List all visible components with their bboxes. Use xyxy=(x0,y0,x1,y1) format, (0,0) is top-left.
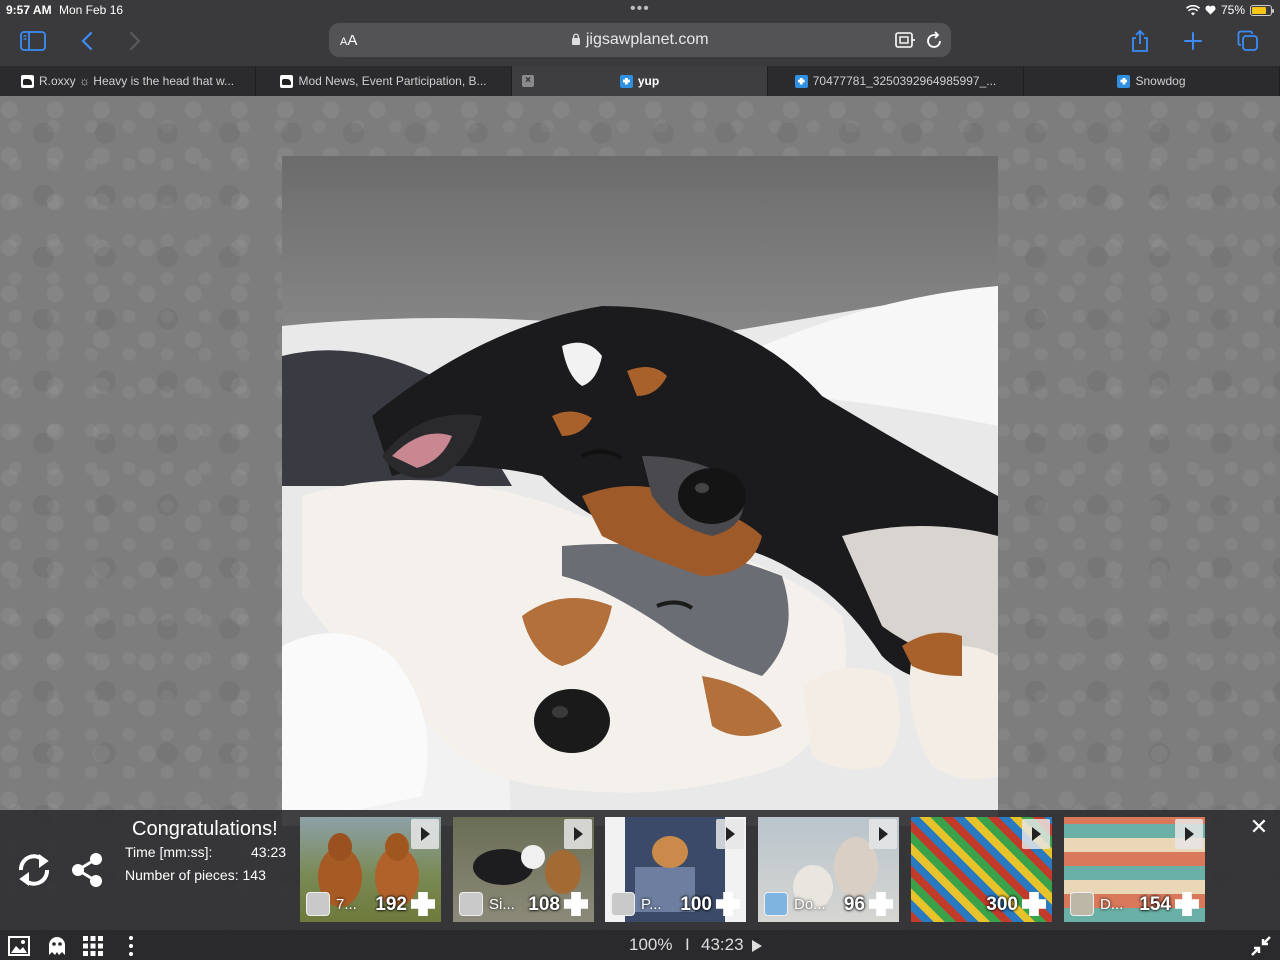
zoom-level[interactable]: 100% xyxy=(629,935,672,955)
puzzle-title: P... xyxy=(641,896,662,913)
sidebar-icon[interactable] xyxy=(18,28,48,54)
puzzle-title: D... xyxy=(1100,896,1124,913)
lock-icon xyxy=(572,33,581,45)
avatar xyxy=(306,892,330,916)
time-value: 43:23 xyxy=(251,844,287,860)
piece-count: 154 xyxy=(1139,894,1171,915)
multitasking-dots-icon[interactable]: ••• xyxy=(630,0,650,18)
piece-count: 192 xyxy=(375,894,407,915)
suggested-puzzle-thumbnail[interactable]: 300 xyxy=(911,817,1052,922)
completed-puzzle-image[interactable] xyxy=(282,156,998,826)
dog-favicon xyxy=(20,74,34,88)
tab-snowdog[interactable]: Snowdog xyxy=(1024,66,1280,96)
more-menu-icon[interactable] xyxy=(120,935,142,957)
avatar xyxy=(1070,892,1094,916)
tab-yup[interactable]: × yup xyxy=(512,66,768,96)
tab-label: Snowdog xyxy=(1135,74,1186,88)
tab-label: R.oxxy ☼ Heavy is the head that w... xyxy=(38,74,235,88)
tabs-overview-icon[interactable] xyxy=(1233,28,1263,54)
url-text: jigsawplanet.com xyxy=(585,31,709,48)
piece-count: 100 xyxy=(680,894,712,915)
piece-count: 96 xyxy=(843,894,865,915)
congratulations-title: Congratulations! xyxy=(132,818,278,840)
forward-icon[interactable] xyxy=(120,28,150,54)
tab-label: Mod News, Event Participation, B... xyxy=(298,74,487,88)
share-icon[interactable] xyxy=(1125,28,1155,54)
play-icon[interactable] xyxy=(752,940,762,952)
browser-toolbar: AA jigsawplanet.com xyxy=(0,20,1280,66)
tab-strip: R.oxxy ☼ Heavy is the head that w... Mod… xyxy=(0,66,1280,96)
puzzle-favicon xyxy=(794,74,808,88)
close-icon[interactable]: ✕ xyxy=(1248,816,1270,838)
play-icon[interactable] xyxy=(1022,819,1050,849)
puzzle-title: 7... xyxy=(336,896,357,913)
play-icon[interactable] xyxy=(869,819,897,849)
back-icon[interactable] xyxy=(72,28,102,54)
address-bar[interactable]: AA jigsawplanet.com xyxy=(329,23,951,57)
restart-icon[interactable] xyxy=(14,850,54,890)
status-right: 75% xyxy=(1185,3,1274,17)
piece-count: 108 xyxy=(528,894,560,915)
arrange-grid-icon[interactable] xyxy=(82,935,104,957)
preview-image-icon[interactable] xyxy=(8,935,30,957)
puzzle-piece-icon xyxy=(1022,892,1046,916)
suggested-puzzle-thumbnail[interactable]: 7... 192 xyxy=(300,817,441,922)
status-bar: 9:57 AM Mon Feb 16 ••• 75% xyxy=(0,0,1280,20)
status-time: 9:57 AM xyxy=(6,3,52,17)
heart-icon xyxy=(1205,5,1216,15)
puzzle-favicon xyxy=(1117,74,1131,88)
reload-icon[interactable] xyxy=(925,30,943,50)
separator: I xyxy=(685,935,690,954)
suggested-puzzle-thumbnail[interactable]: Do... 96 xyxy=(758,817,899,922)
new-tab-icon[interactable] xyxy=(1178,28,1208,54)
puzzle-board[interactable]: Congratulations! Time [mm:ss]: 43:23 Num… xyxy=(0,96,1280,930)
puzzle-toolbar: 100% I 43:23 xyxy=(0,930,1280,960)
wifi-icon xyxy=(1185,4,1200,15)
play-icon[interactable] xyxy=(1175,819,1203,849)
ghost-image-icon[interactable] xyxy=(46,935,68,957)
share-icon[interactable] xyxy=(68,850,108,890)
close-tab-icon[interactable]: × xyxy=(522,75,534,87)
exit-fullscreen-icon[interactable] xyxy=(1250,935,1272,957)
avatar xyxy=(764,892,788,916)
status-date: Mon Feb 16 xyxy=(59,3,124,17)
battery-icon xyxy=(1250,4,1274,16)
tab-70477781[interactable]: 70477781_3250392964985997_... xyxy=(768,66,1024,96)
suggested-puzzle-thumbnail[interactable]: Si... 108 xyxy=(453,817,594,922)
completion-panel: Congratulations! Time [mm:ss]: 43:23 Num… xyxy=(0,810,1280,930)
piece-count: 300 xyxy=(986,894,1018,915)
puzzle-favicon xyxy=(619,74,633,88)
url-display[interactable]: jigsawplanet.com xyxy=(329,31,951,49)
puzzle-timer: 43:23 xyxy=(701,935,744,954)
avatar xyxy=(459,892,483,916)
extension-icon[interactable] xyxy=(895,31,915,49)
suggested-puzzle-thumbnail[interactable]: D... 154 xyxy=(1064,817,1205,922)
play-icon[interactable] xyxy=(716,819,744,849)
battery-percent: 75% xyxy=(1220,3,1245,17)
avatar xyxy=(611,892,635,916)
tab-roxxy[interactable]: R.oxxy ☼ Heavy is the head that w... xyxy=(0,66,256,96)
tab-label: yup xyxy=(637,74,660,88)
time-label: Time [mm:ss]: xyxy=(125,844,213,860)
tab-mod-news[interactable]: Mod News, Event Participation, B... xyxy=(256,66,512,96)
play-icon[interactable] xyxy=(411,819,439,849)
play-icon[interactable] xyxy=(564,819,592,849)
puzzle-piece-icon xyxy=(1175,892,1199,916)
tab-label: 70477781_3250392964985997_... xyxy=(812,74,997,88)
pieces-label: Number of pieces: 143 xyxy=(125,867,266,883)
puzzle-title: Do... xyxy=(794,896,826,913)
dog-favicon xyxy=(280,74,294,88)
suggested-puzzle-thumbnail[interactable]: P... 100 xyxy=(605,817,746,922)
puzzle-title: Si... xyxy=(489,896,515,913)
